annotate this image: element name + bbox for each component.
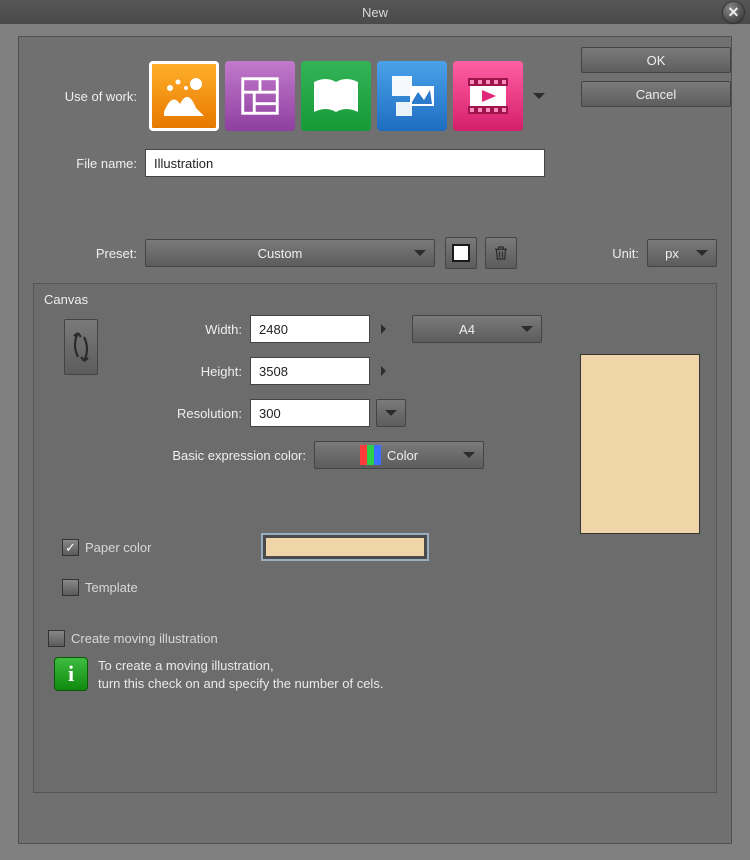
- unit-label: Unit:: [612, 246, 647, 261]
- height-input[interactable]: [250, 357, 370, 385]
- canvas-section-title: Canvas: [44, 292, 706, 307]
- width-label: Width:: [108, 322, 250, 337]
- basic-color-dropdown[interactable]: Color: [314, 441, 484, 469]
- resolution-dropdown[interactable]: [376, 399, 406, 427]
- chevron-down-icon: [385, 410, 397, 416]
- trash-icon: [492, 244, 510, 262]
- chevron-right-icon: [381, 366, 386, 376]
- book-icon: [311, 76, 361, 116]
- ok-button[interactable]: OK: [581, 47, 731, 73]
- grid-photo-icon: [388, 72, 436, 120]
- create-moving-hint: To create a moving illustration, turn th…: [98, 657, 383, 692]
- use-comic-tab[interactable]: [225, 61, 295, 131]
- file-name-label: File name:: [33, 156, 145, 171]
- cancel-button[interactable]: Cancel: [581, 81, 731, 107]
- file-name-input[interactable]: [145, 149, 545, 177]
- height-label: Height:: [108, 364, 250, 379]
- swap-width-height-button[interactable]: [64, 319, 98, 375]
- info-icon: i: [54, 657, 88, 691]
- paper-color-swatch[interactable]: [261, 533, 429, 561]
- canvas-preview: [580, 354, 700, 534]
- preset-label: Preset:: [33, 246, 145, 261]
- dialog-inner: OK Cancel Use of work:: [18, 36, 732, 844]
- use-of-work-tabs: [145, 57, 527, 135]
- preset-page-icon: [452, 244, 470, 262]
- width-arrow-button[interactable]: [370, 324, 396, 334]
- resolution-input[interactable]: [250, 399, 370, 427]
- register-preset-button[interactable]: [445, 237, 477, 269]
- width-input[interactable]: [250, 315, 370, 343]
- close-button[interactable]: ✕: [723, 2, 744, 23]
- create-moving-label: Create moving illustration: [71, 631, 218, 646]
- use-of-work-label: Use of work:: [33, 89, 145, 104]
- comic-icon: [237, 73, 283, 119]
- paper-color-checkbox[interactable]: [62, 539, 79, 556]
- basic-color-value: Color: [387, 448, 418, 463]
- chevron-right-icon: [381, 324, 386, 334]
- template-checkbox[interactable]: [62, 579, 79, 596]
- film-play-icon: [464, 72, 512, 120]
- use-illustration-tab[interactable]: [149, 61, 219, 131]
- dialog-title: New: [362, 5, 388, 20]
- chevron-down-icon: [414, 250, 426, 256]
- paper-color-preview: [266, 538, 424, 556]
- chevron-down-icon: [463, 452, 475, 458]
- paper-size-value: A4: [459, 322, 475, 337]
- template-label: Template: [85, 580, 138, 595]
- height-arrow-button[interactable]: [370, 366, 396, 376]
- dialog-body: OK Cancel Use of work:: [0, 24, 750, 860]
- preset-value: Custom: [258, 246, 303, 261]
- paper-size-dropdown[interactable]: A4: [412, 315, 542, 343]
- chevron-down-icon: [521, 326, 533, 332]
- rgb-swatch-icon: [360, 445, 381, 465]
- chevron-down-icon: [696, 250, 708, 256]
- unit-dropdown[interactable]: px: [647, 239, 717, 267]
- use-show-all-tab[interactable]: [377, 61, 447, 131]
- preset-dropdown[interactable]: Custom: [145, 239, 435, 267]
- basic-color-label: Basic expression color:: [108, 448, 314, 463]
- use-of-work-dropdown-arrow[interactable]: [527, 93, 551, 99]
- use-animation-tab[interactable]: [453, 61, 523, 131]
- resolution-label: Resolution:: [108, 406, 250, 421]
- swap-arrows-icon: [70, 327, 92, 367]
- use-print-tab[interactable]: [301, 61, 371, 131]
- delete-preset-button[interactable]: [485, 237, 517, 269]
- paper-color-label: Paper color: [85, 540, 151, 555]
- create-moving-checkbox[interactable]: [48, 630, 65, 647]
- canvas-section: Canvas Width: A4: [33, 283, 717, 793]
- title-bar: New ✕: [0, 0, 750, 24]
- unit-value: px: [665, 246, 679, 261]
- illustration-icon: [160, 72, 208, 120]
